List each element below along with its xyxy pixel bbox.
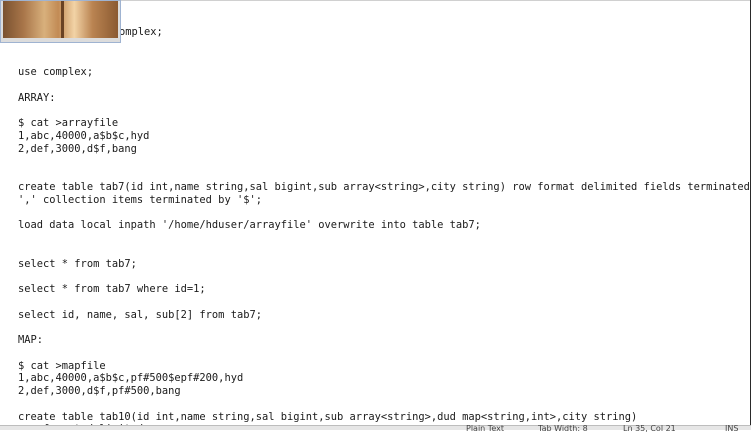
code-line: select id, name, sal, sub[2] from tab7;: [18, 308, 262, 321]
partial-line: omplex;: [119, 26, 163, 38]
code-line: 2,def,3000,d$f,pf#500,bang: [18, 385, 181, 397]
code-line: $ cat >arrayfile: [18, 117, 119, 130]
thumbnail-image: [3, 1, 118, 38]
code-line: create table tab10(id int,name string,sa…: [18, 410, 638, 423]
code-line: ',' collection items terminated by '$';: [18, 193, 262, 206]
editor-text[interactable]: omplex; use complex; ARRAY: $ cat >arrayfi…: [18, 26, 751, 425]
code-line: load data local inpath '/home/hduser/arr…: [18, 219, 481, 232]
code-line: 1,abc,40000,a$b$c,hyd: [18, 130, 150, 142]
code-line: create table tab7(id int,name string,sal…: [18, 181, 751, 193]
code-line: ARRAY:: [18, 91, 56, 104]
code-line: select * from tab7;: [18, 257, 137, 270]
status-bar: Plain Text Tab Width: 8 Ln 35, Col 21 IN…: [0, 424, 751, 433]
code-line: MAP:: [18, 334, 44, 346]
code-line: select * from tab7 where id=1;: [18, 283, 206, 295]
code-line: 1,abc,40000,a$b$c,pf#500$epf#200,hyd: [18, 372, 244, 385]
text-editor-area[interactable]: omplex; use complex; ARRAY: $ cat >arrayfi…: [0, 0, 751, 425]
code-line: use complex;: [18, 66, 94, 79]
code-line: 2,def,3000,d$f,bang: [18, 142, 137, 155]
code-line: $ cat >mapfile: [18, 359, 106, 372]
window-thumbnail[interactable]: [0, 0, 121, 43]
